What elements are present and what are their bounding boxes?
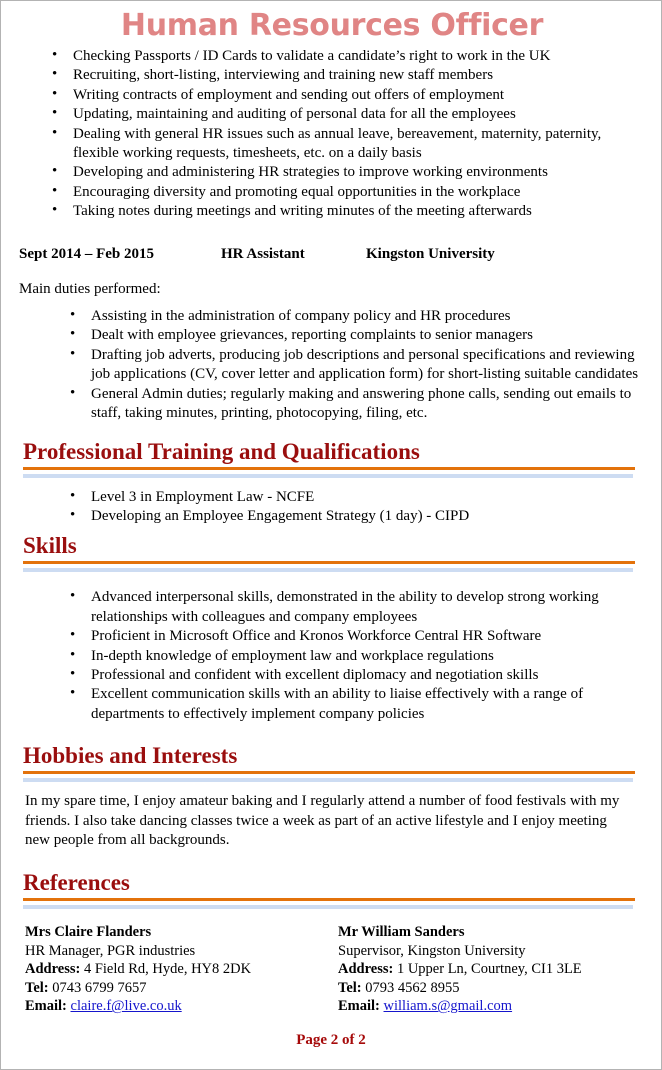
divider-orange (23, 466, 635, 470)
reference-tel: 0793 4562 8955 (365, 979, 460, 996)
reference-entry: Mr William Sanders Supervisor, Kingston … (332, 923, 645, 1016)
role-duties-list: Checking Passports / ID Cards to validat… (19, 46, 645, 222)
list-item: Assisting in the administration of compa… (19, 306, 645, 326)
email-label: Email: (25, 998, 67, 1015)
list-item: Advanced interpersonal skills, demonstra… (19, 587, 645, 627)
divider-blue (23, 473, 633, 478)
divider-orange (23, 771, 635, 775)
reference-email-line: Email: claire.f@live.co.uk (25, 997, 332, 1016)
page-footer: Page 2 of 2 (296, 1032, 366, 1048)
job-organisation: Kingston University (366, 245, 495, 262)
divider-blue (23, 904, 633, 909)
duties-label: Main duties performed: (19, 280, 161, 297)
address-label: Address: (338, 961, 394, 978)
reference-email-link[interactable]: claire.f@live.co.uk (71, 998, 182, 1014)
list-item: Writing contracts of employment and send… (19, 85, 645, 105)
skills-list: Advanced interpersonal skills, demonstra… (19, 587, 645, 724)
job-header: Sept 2014 – Feb 2015 HR Assistant Kingst… (19, 244, 645, 264)
previous-job-duties-list: Assisting in the administration of compa… (19, 306, 645, 424)
reference-position: Supervisor, Kingston University (338, 942, 526, 959)
list-item: Dealt with employee grievances, reportin… (19, 325, 645, 345)
section-references: References Mrs Claire Flanders HR Manage… (19, 869, 645, 1016)
section-heading-skills: Skills (23, 533, 77, 559)
email-label: Email: (338, 998, 380, 1015)
list-item: Professional and confident with excellen… (19, 665, 645, 685)
list-item: Encouraging diversity and promoting equa… (19, 182, 645, 202)
resume-page: Human Resources Officer Checking Passpor… (0, 0, 662, 1070)
list-item: Proficient in Microsoft Office and Krono… (19, 626, 645, 646)
reference-address-line: Address: 4 Field Rd, Hyde, HY8 2DK (25, 960, 332, 979)
page-title: Human Resources Officer (120, 8, 544, 43)
section-body-skills: Advanced interpersonal skills, demonstra… (19, 587, 645, 724)
list-item: Taking notes during meetings and writing… (19, 201, 645, 221)
references-columns: Mrs Claire Flanders HR Manager, PGR indu… (19, 923, 645, 1016)
training-list: Level 3 in Employment Law - NCFE Develop… (19, 486, 645, 527)
list-item: Developing and administering HR strategi… (19, 162, 645, 182)
section-hobbies: Hobbies and Interests In my spare time, … (19, 742, 645, 851)
list-item: Developing an Employee Engagement Strate… (19, 506, 645, 526)
address-label: Address: (25, 961, 81, 978)
section-body-hobbies: In my spare time, I enjoy amateur baking… (19, 792, 645, 851)
reference-address-line: Address: 1 Upper Ln, Courtney, CI1 3LE (338, 960, 645, 979)
list-item: Checking Passports / ID Cards to validat… (19, 46, 645, 66)
list-item: Dealing with general HR issues such as a… (19, 124, 645, 164)
list-item: Excellent communication skills with an a… (19, 684, 645, 724)
tel-label: Tel: (25, 979, 49, 996)
section-heading-training: Professional Training and Qualifications (23, 438, 420, 464)
hobbies-paragraph: In my spare time, I enjoy amateur baking… (25, 793, 620, 849)
resume-content: Human Resources Officer Checking Passpor… (1, 1, 661, 1016)
reference-tel-line: Tel: 0793 4562 8955 (338, 979, 645, 998)
section-heading-references: References (23, 869, 130, 895)
divider-orange (23, 561, 635, 565)
job-dates: Sept 2014 – Feb 2015 (19, 245, 154, 262)
divider-blue (23, 778, 633, 783)
reference-name: Mrs Claire Flanders (25, 923, 152, 940)
reference-entry: Mrs Claire Flanders HR Manager, PGR indu… (19, 923, 332, 1016)
reference-address: 4 Field Rd, Hyde, HY8 2DK (83, 961, 252, 978)
section-body-training: Level 3 in Employment Law - NCFE Develop… (19, 486, 645, 527)
reference-name: Mr William Sanders (338, 923, 465, 940)
reference-email-link[interactable]: william.s@gmail.com (384, 998, 513, 1014)
list-item: Recruiting, short-listing, interviewing … (19, 65, 645, 85)
list-item: Drafting job adverts, producing job desc… (19, 345, 645, 385)
section-training: Professional Training and Qualifications… (19, 438, 645, 527)
divider-blue (23, 568, 633, 573)
reference-position: HR Manager, PGR industries (25, 942, 196, 959)
list-item: General Admin duties; regularly making a… (19, 384, 645, 424)
reference-tel: 0743 6799 7657 (52, 979, 147, 996)
job-role: HR Assistant (221, 245, 305, 262)
list-item: In-depth knowledge of employment law and… (19, 646, 645, 666)
reference-email-line: Email: william.s@gmail.com (338, 997, 645, 1016)
tel-label: Tel: (338, 979, 362, 996)
list-item: Updating, maintaining and auditing of pe… (19, 104, 645, 124)
section-skills: Skills Advanced interpersonal skills, de… (19, 532, 645, 724)
reference-address: 1 Upper Ln, Courtney, CI1 3LE (396, 961, 582, 978)
list-item: Level 3 in Employment Law - NCFE (19, 486, 645, 507)
reference-tel-line: Tel: 0743 6799 7657 (25, 979, 332, 998)
section-heading-hobbies: Hobbies and Interests (23, 743, 238, 769)
divider-orange (23, 897, 635, 901)
